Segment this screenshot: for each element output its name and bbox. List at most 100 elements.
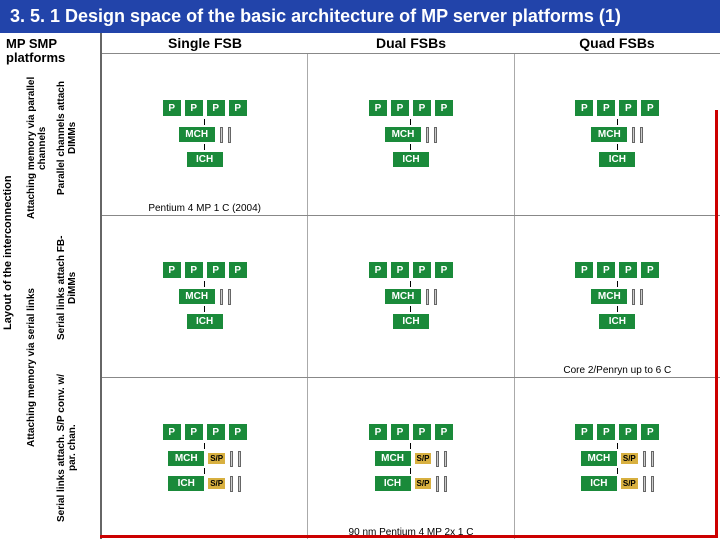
mid-top-label: Attaching memory via parallel channels: [26, 73, 50, 223]
processor: P: [207, 424, 225, 440]
dimm-icon: [220, 127, 223, 143]
processor: P: [641, 424, 659, 440]
processor: P: [229, 424, 247, 440]
dimm-icon: [651, 451, 654, 467]
platforms-label: MP SMP platforms: [2, 37, 98, 66]
mch-chip: MCH: [168, 451, 204, 466]
mid-bot-label: Attaching memory via serial links: [26, 253, 50, 483]
ich-chip: ICH: [187, 314, 223, 329]
cell-r2c2: P P P P MCH S/P ICH S/P: [515, 378, 720, 539]
col-dual-fsbs: Dual FSBs: [308, 33, 514, 53]
processor: P: [619, 100, 637, 116]
processor: P: [185, 424, 203, 440]
outer-y-axis-label: Layout of the interconnection: [2, 113, 14, 393]
inner-r1-label: Serial links attach FB-DiMMs: [56, 223, 80, 353]
processor-row: P P P P: [575, 262, 659, 278]
axis-label-group: Layout of the interconnection Attaching …: [2, 73, 97, 529]
mch-chip: MCH: [375, 451, 411, 466]
mch-chip: MCH: [581, 451, 617, 466]
mch-chip: MCH: [179, 127, 215, 142]
dimm-icon: [230, 451, 233, 467]
processor: P: [391, 100, 409, 116]
mch-chip: MCH: [385, 289, 421, 304]
dimm-icon: [640, 289, 643, 305]
column-headers: Single FSB Dual FSBs Quad FSBs: [102, 33, 720, 53]
col-quad-fsbs: Quad FSBs: [514, 33, 720, 53]
processor: P: [207, 100, 225, 116]
dimm-icon: [228, 289, 231, 305]
processor: P: [435, 424, 453, 440]
bus-icon: [410, 306, 411, 312]
processor: P: [369, 424, 387, 440]
bus-icon: [204, 144, 205, 150]
cell-r1c0: P P P P MCH ICH: [102, 216, 308, 377]
processor: P: [207, 262, 225, 278]
design-space-grid: Single FSB Dual FSBs Quad FSBs P P P P M…: [100, 33, 720, 539]
row-parallel-dimms: P P P P MCH ICH Pentium 4 MP 1 C (2004) …: [102, 53, 720, 215]
bus-icon: [410, 144, 411, 150]
processor-row: P P P P: [369, 262, 453, 278]
dimm-icon: [651, 476, 654, 492]
dimm-icon: [426, 127, 429, 143]
cell-r0c0: P P P P MCH ICH Pentium 4 MP 1 C (2004): [102, 54, 308, 215]
dimm-icon: [632, 127, 635, 143]
bus-icon: [204, 306, 205, 312]
sp-converter: S/P: [208, 478, 225, 489]
dimm-icon: [640, 127, 643, 143]
processor: P: [413, 262, 431, 278]
row-serial-fbdimms: P P P P MCH ICH P P P P: [102, 215, 720, 377]
inner-r2-label: Serial links attach. S/P conv. w/ par. c…: [56, 373, 82, 523]
processor: P: [185, 100, 203, 116]
processor: P: [597, 262, 615, 278]
processor-row: P P P P: [575, 424, 659, 440]
ich-chip: ICH: [375, 476, 411, 491]
processor-row: P P P P: [369, 424, 453, 440]
cell-r0c2: P P P P MCH ICH: [515, 54, 720, 215]
processor: P: [413, 424, 431, 440]
sp-converter: S/P: [621, 453, 638, 464]
mch-chip: MCH: [591, 289, 627, 304]
dimm-icon: [444, 451, 447, 467]
cell-r2c1: P P P P MCH S/P ICH S/P 90 nm Pentium: [308, 378, 514, 539]
cell-r0c1: P P P P MCH ICH: [308, 54, 514, 215]
processor: P: [435, 262, 453, 278]
processor: P: [619, 424, 637, 440]
processor: P: [163, 262, 181, 278]
sp-converter: S/P: [415, 478, 432, 489]
caption-r1c2: Core 2/Penryn up to 6 C: [515, 365, 720, 376]
dimm-icon: [643, 476, 646, 492]
dimm-icon: [444, 476, 447, 492]
dimm-icon: [643, 451, 646, 467]
dimm-icon: [426, 289, 429, 305]
processor: P: [391, 262, 409, 278]
processor: P: [413, 100, 431, 116]
inner-r0-label: Parallel channels attach DIMMs: [56, 73, 80, 203]
col-single-fsb: Single FSB: [102, 33, 308, 53]
processor: P: [597, 424, 615, 440]
processor: P: [229, 262, 247, 278]
red-axis-vertical: [715, 110, 718, 538]
sp-converter: S/P: [208, 453, 225, 464]
dimm-icon: [436, 451, 439, 467]
processor: P: [163, 100, 181, 116]
sp-converter: S/P: [621, 478, 638, 489]
bus-icon: [617, 144, 618, 150]
processor: P: [391, 424, 409, 440]
processor: P: [641, 100, 659, 116]
processor-row: P P P P: [369, 100, 453, 116]
dimm-icon: [238, 476, 241, 492]
processor: P: [619, 262, 637, 278]
processor: P: [163, 424, 181, 440]
processor-row: P P P P: [163, 100, 247, 116]
mch-chip: MCH: [179, 289, 215, 304]
dimm-icon: [632, 289, 635, 305]
page-title: 3. 5. 1 Design space of the basic archit…: [0, 0, 720, 33]
processor: P: [185, 262, 203, 278]
dimm-icon: [220, 289, 223, 305]
processor: P: [575, 424, 593, 440]
sp-converter: S/P: [415, 453, 432, 464]
processor: P: [369, 100, 387, 116]
processor: P: [597, 100, 615, 116]
row-serial-sp-conv: P P P P MCH S/P ICH S/P: [102, 377, 720, 539]
ich-chip: ICH: [599, 314, 635, 329]
